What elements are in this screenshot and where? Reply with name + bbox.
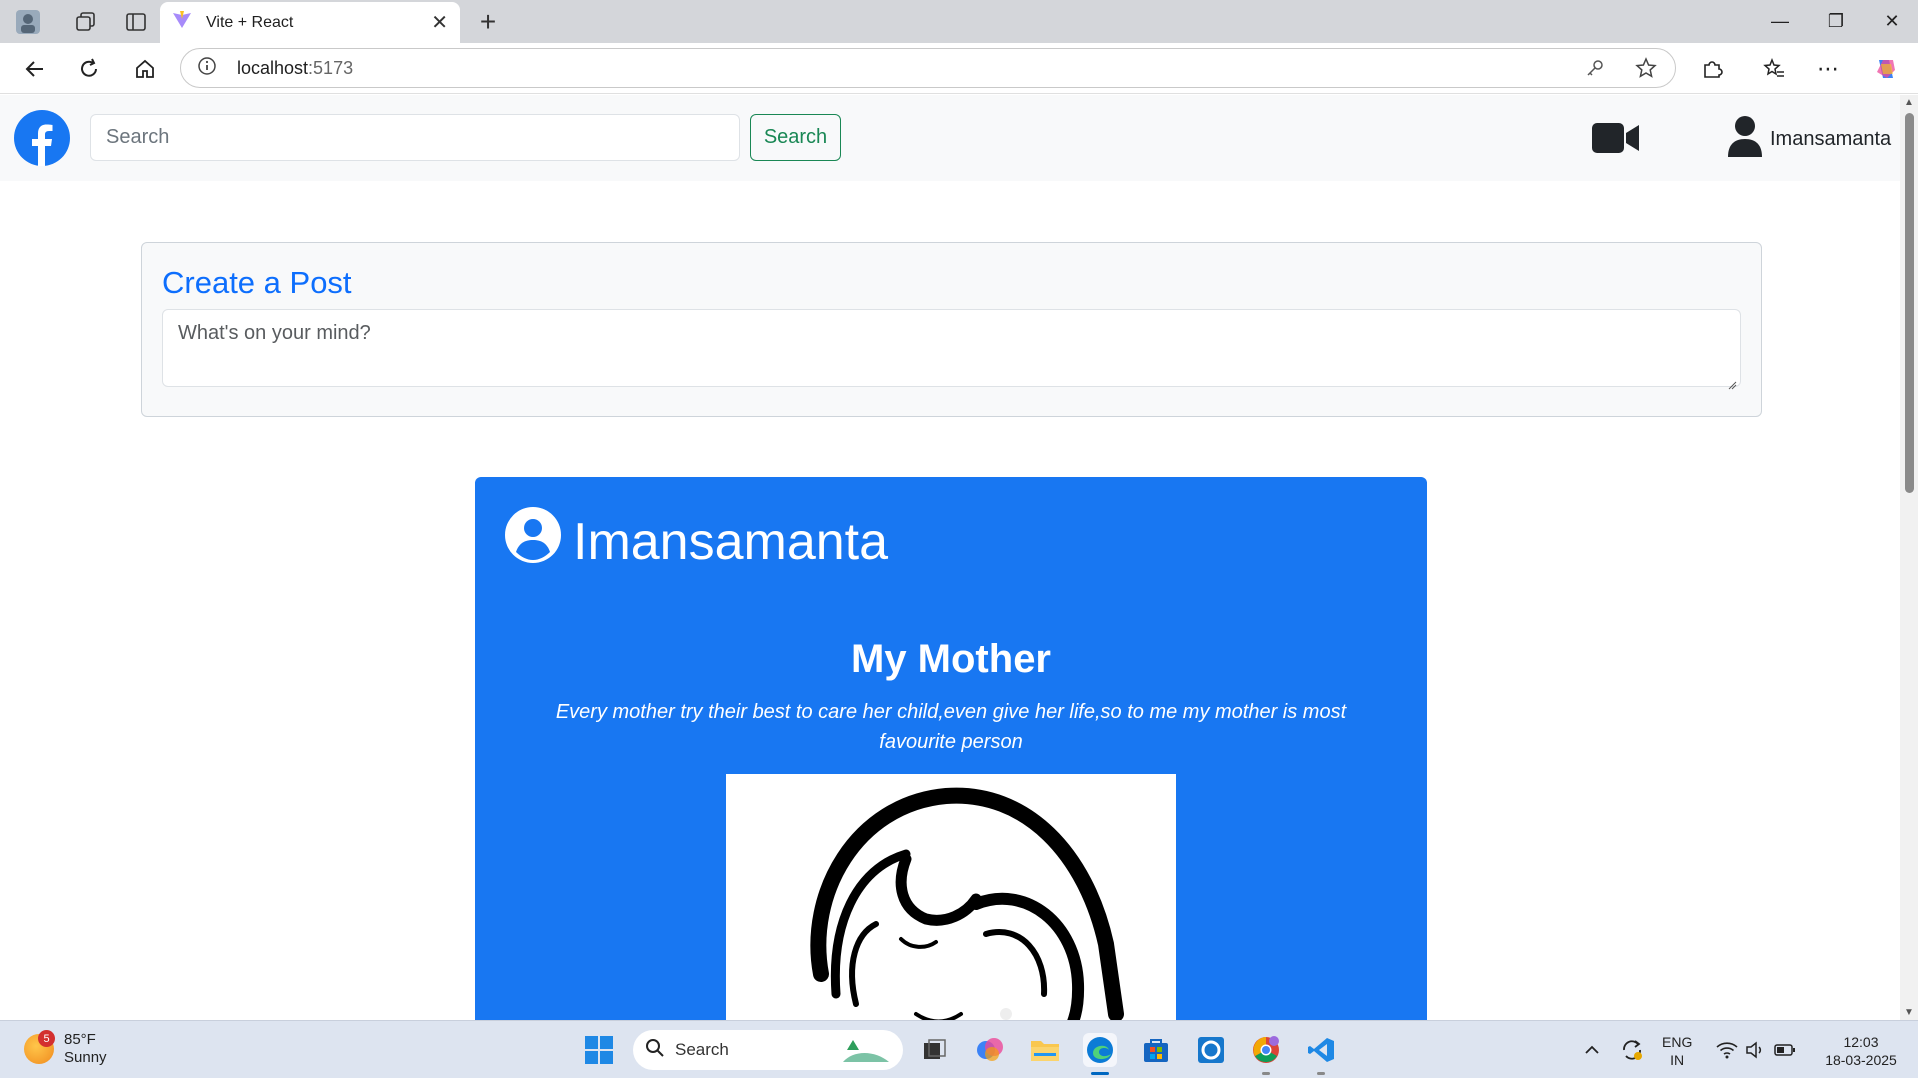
post-body: Every mother try their best to care her …	[555, 701, 1347, 753]
facebook-logo-icon[interactable]	[14, 110, 70, 166]
address-port: :5173	[308, 57, 354, 78]
site-info-icon[interactable]	[197, 56, 217, 81]
create-post-card: Create a Post What's on your mind?	[141, 242, 1762, 417]
scroll-up-icon[interactable]: ▲	[1904, 97, 1914, 108]
post-author-name: Imansamanta	[573, 512, 889, 571]
open-indicator	[1262, 1072, 1270, 1075]
clock[interactable]: 12:03 18-03-2025	[1815, 1033, 1907, 1069]
page-scrollbar[interactable]: ▲ ▼	[1900, 95, 1918, 1020]
search-input[interactable]: Search	[90, 114, 740, 161]
minimize-icon[interactable]: —	[1752, 0, 1808, 43]
post-textarea-placeholder: What's on your mind?	[178, 322, 371, 344]
browser-tabbar: Vite + React ✕ + — ❐ ✕	[0, 0, 1918, 43]
new-tab-icon[interactable]: +	[470, 4, 506, 40]
sync-icon[interactable]	[1615, 1033, 1649, 1067]
favorite-star-icon[interactable]	[1635, 57, 1657, 84]
post-author: Imansamanta	[505, 507, 888, 576]
task-view-icon[interactable]	[918, 1033, 952, 1067]
weather-badge: 5	[38, 1030, 55, 1047]
weather-widget[interactable]: 5 85°F Sunny	[24, 1030, 107, 1067]
user-profile-link[interactable]: Imansamanta	[1726, 115, 1892, 163]
weather-temp: 85°F	[64, 1031, 96, 1048]
address-host: localhost	[237, 57, 309, 78]
recycle-highlight-icon	[839, 1036, 893, 1071]
close-window-icon[interactable]: ✕	[1864, 0, 1918, 43]
post-card: Imansamanta My Mother Every mother try t…	[475, 477, 1427, 1077]
chrome-icon[interactable]	[1249, 1033, 1283, 1075]
post-title: My Mother	[851, 637, 1051, 681]
alexa-icon[interactable]	[1194, 1033, 1228, 1067]
favorites-icon[interactable]	[1755, 50, 1793, 88]
address-bar[interactable]: localhost:5173	[180, 48, 1676, 88]
windows-taskbar: 5 85°F Sunny Search ENG IN 12:03 18-03-2…	[0, 1020, 1918, 1078]
browser-tab[interactable]: Vite + React ✕	[160, 2, 460, 43]
username-label: Imansamanta	[1770, 127, 1892, 150]
taskbar-search-label: Search	[675, 1040, 729, 1059]
create-post-title: Create a Post	[162, 265, 352, 300]
start-windows-icon[interactable]	[582, 1033, 616, 1067]
home-icon[interactable]	[126, 50, 164, 88]
vertical-tabs-icon[interactable]	[116, 2, 156, 42]
edge-browser-icon[interactable]	[1083, 1033, 1117, 1075]
vscode-icon[interactable]	[1304, 1033, 1338, 1075]
user-icon	[1726, 115, 1764, 163]
language-indicator[interactable]: ENG IN	[1662, 1033, 1692, 1069]
more-menu-icon[interactable]: ⋯	[1809, 50, 1847, 88]
volume-icon[interactable]	[1738, 1033, 1772, 1067]
tray-chevron-up-icon[interactable]	[1575, 1033, 1609, 1067]
app-header: Search Search Imansamanta	[0, 95, 1900, 181]
tab-title: Vite + React	[206, 13, 294, 31]
browser-navbar: localhost:5173 ⋯	[0, 43, 1918, 94]
resize-grip-icon[interactable]	[1727, 373, 1737, 390]
open-indicator-vscode	[1317, 1072, 1325, 1075]
workspaces-icon[interactable]	[66, 2, 106, 42]
battery-icon[interactable]	[1768, 1033, 1802, 1067]
weather-desc: Sunny	[64, 1049, 107, 1066]
copilot-taskbar-icon[interactable]	[973, 1033, 1007, 1067]
tab-close-icon[interactable]: ✕	[431, 10, 448, 35]
taskbar-search[interactable]: Search	[633, 1030, 903, 1070]
back-icon[interactable]	[16, 50, 54, 88]
taskbar-search-icon	[645, 1038, 665, 1063]
vite-icon	[172, 10, 192, 35]
extensions-icon[interactable]	[1693, 50, 1731, 88]
file-explorer-icon[interactable]	[1028, 1033, 1062, 1067]
profile-avatar-icon[interactable]	[8, 2, 48, 42]
copilot-icon[interactable]	[1867, 50, 1905, 88]
clock-time: 12:03	[1843, 1034, 1879, 1050]
post-textarea[interactable]: What's on your mind?	[162, 309, 1741, 390]
clock-date: 18-03-2025	[1825, 1052, 1897, 1068]
search-button[interactable]: Search	[750, 114, 841, 161]
active-indicator	[1091, 1072, 1109, 1075]
user-circle-icon	[505, 507, 561, 576]
key-icon[interactable]	[1585, 58, 1605, 83]
language-line-2: IN	[1670, 1052, 1685, 1068]
sun-icon: 5	[24, 1030, 55, 1064]
microsoft-store-icon[interactable]	[1139, 1033, 1173, 1067]
video-camera-icon[interactable]	[1592, 121, 1640, 155]
scroll-down-icon[interactable]: ▼	[1904, 1007, 1914, 1018]
reload-icon[interactable]	[70, 50, 108, 88]
restore-icon[interactable]: ❐	[1808, 0, 1864, 43]
language-line-1: ENG	[1662, 1034, 1693, 1050]
scroll-thumb[interactable]	[1905, 113, 1914, 493]
